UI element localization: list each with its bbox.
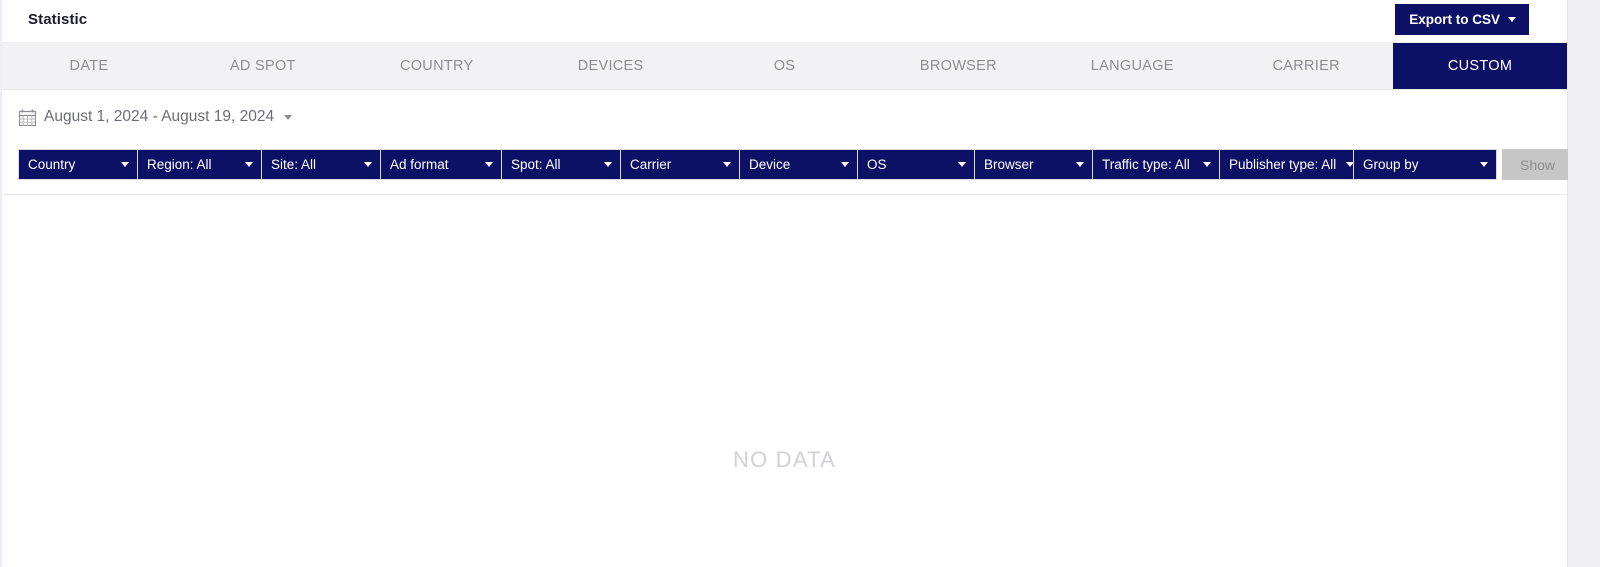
filter-label: Site: All — [271, 157, 317, 172]
chevron-down-icon — [1346, 162, 1353, 167]
no-data-message: NO DATA — [733, 447, 836, 472]
tab-devices[interactable]: DEVICES — [524, 43, 698, 89]
filter-site-all[interactable]: Site: All — [261, 149, 380, 180]
filter-spot-all[interactable]: Spot: All — [501, 149, 620, 180]
date-range-row: August 1, 2024 - August 19, 2024 — [2, 90, 1567, 149]
statistic-page: Statistic Export to CSV DATE AD SPOT COUNT… — [0, 0, 1600, 567]
filter-group-by[interactable]: Group by — [1353, 149, 1497, 180]
show-button[interactable]: Show — [1502, 149, 1574, 180]
filter-label: Region: All — [147, 157, 212, 172]
filter-os[interactable]: OS — [857, 149, 974, 180]
filter-label: Traffic type: All — [1102, 157, 1190, 172]
filter-traffic-type-all[interactable]: Traffic type: All — [1092, 149, 1219, 180]
filter-country[interactable]: Country — [18, 149, 137, 180]
date-range-value: August 1, 2024 - August 19, 2024 — [44, 108, 275, 125]
filter-label: Spot: All — [511, 157, 561, 172]
chevron-down-icon — [841, 162, 849, 167]
export-to-csv-button[interactable]: Export to CSV — [1395, 4, 1529, 35]
date-range-picker[interactable]: August 1, 2024 - August 19, 2024 — [18, 108, 293, 126]
chevron-down-icon — [604, 162, 612, 167]
filter-label: Group by — [1363, 157, 1419, 172]
tab-custom[interactable]: CUSTOM — [1393, 43, 1568, 89]
filter-label: OS — [867, 157, 887, 172]
tab-language[interactable]: LANGUAGE — [1045, 43, 1219, 89]
filter-label: Country — [28, 157, 76, 172]
report-body: NO DATA — [2, 195, 1567, 556]
chevron-down-icon — [245, 162, 253, 167]
filter-bar: Country Region: All Site: All Ad format Spot… — [2, 149, 1574, 195]
report-tabs: DATE AD SPOT COUNTRY DEVICES OS BROWSER LANGUA… — [2, 43, 1568, 90]
filter-label: Device — [749, 157, 791, 172]
filter-device[interactable]: Device — [739, 149, 857, 180]
tab-date[interactable]: DATE — [2, 43, 176, 89]
filter-group: Country Region: All Site: All Ad format Spot… — [18, 149, 1497, 180]
page-title: Statistic — [28, 11, 88, 28]
tab-carrier[interactable]: CARRIER — [1219, 43, 1393, 89]
filter-label: Ad format — [390, 157, 449, 172]
tab-browser[interactable]: BROWSER — [871, 43, 1045, 89]
filter-label: Carrier — [630, 157, 672, 172]
filter-label: Publisher type: All — [1229, 157, 1337, 172]
filter-carrier[interactable]: Carrier — [620, 149, 739, 180]
filter-publisher-type-all[interactable]: Publisher type: All — [1219, 149, 1353, 180]
chevron-down-icon — [284, 114, 293, 120]
chevron-down-icon — [723, 162, 731, 167]
chevron-down-icon — [1203, 162, 1211, 167]
tab-ad-spot[interactable]: AD SPOT — [176, 43, 350, 89]
tab-country[interactable]: COUNTRY — [350, 43, 524, 89]
chevron-down-icon — [958, 162, 966, 167]
chevron-down-icon — [1076, 162, 1084, 167]
chevron-down-icon — [1480, 162, 1488, 167]
filter-label: Browser — [984, 157, 1034, 172]
chevron-down-icon — [485, 162, 493, 167]
filter-ad-format[interactable]: Ad format — [380, 149, 501, 180]
tab-os[interactable]: OS — [698, 43, 872, 89]
export-to-csv-label: Export to CSV — [1409, 12, 1500, 27]
top-bar: Statistic Export to CSV — [2, 0, 1567, 43]
filter-browser[interactable]: Browser — [974, 149, 1092, 180]
chevron-down-icon — [1508, 17, 1516, 22]
calendar-icon — [18, 109, 37, 126]
filter-region-all[interactable]: Region: All — [137, 149, 261, 180]
chevron-down-icon — [121, 162, 129, 167]
vertical-scrollbar[interactable] — [1568, 0, 1600, 567]
page-content: Statistic Export to CSV DATE AD SPOT COUNT… — [0, 0, 1574, 567]
chevron-down-icon — [364, 162, 372, 167]
